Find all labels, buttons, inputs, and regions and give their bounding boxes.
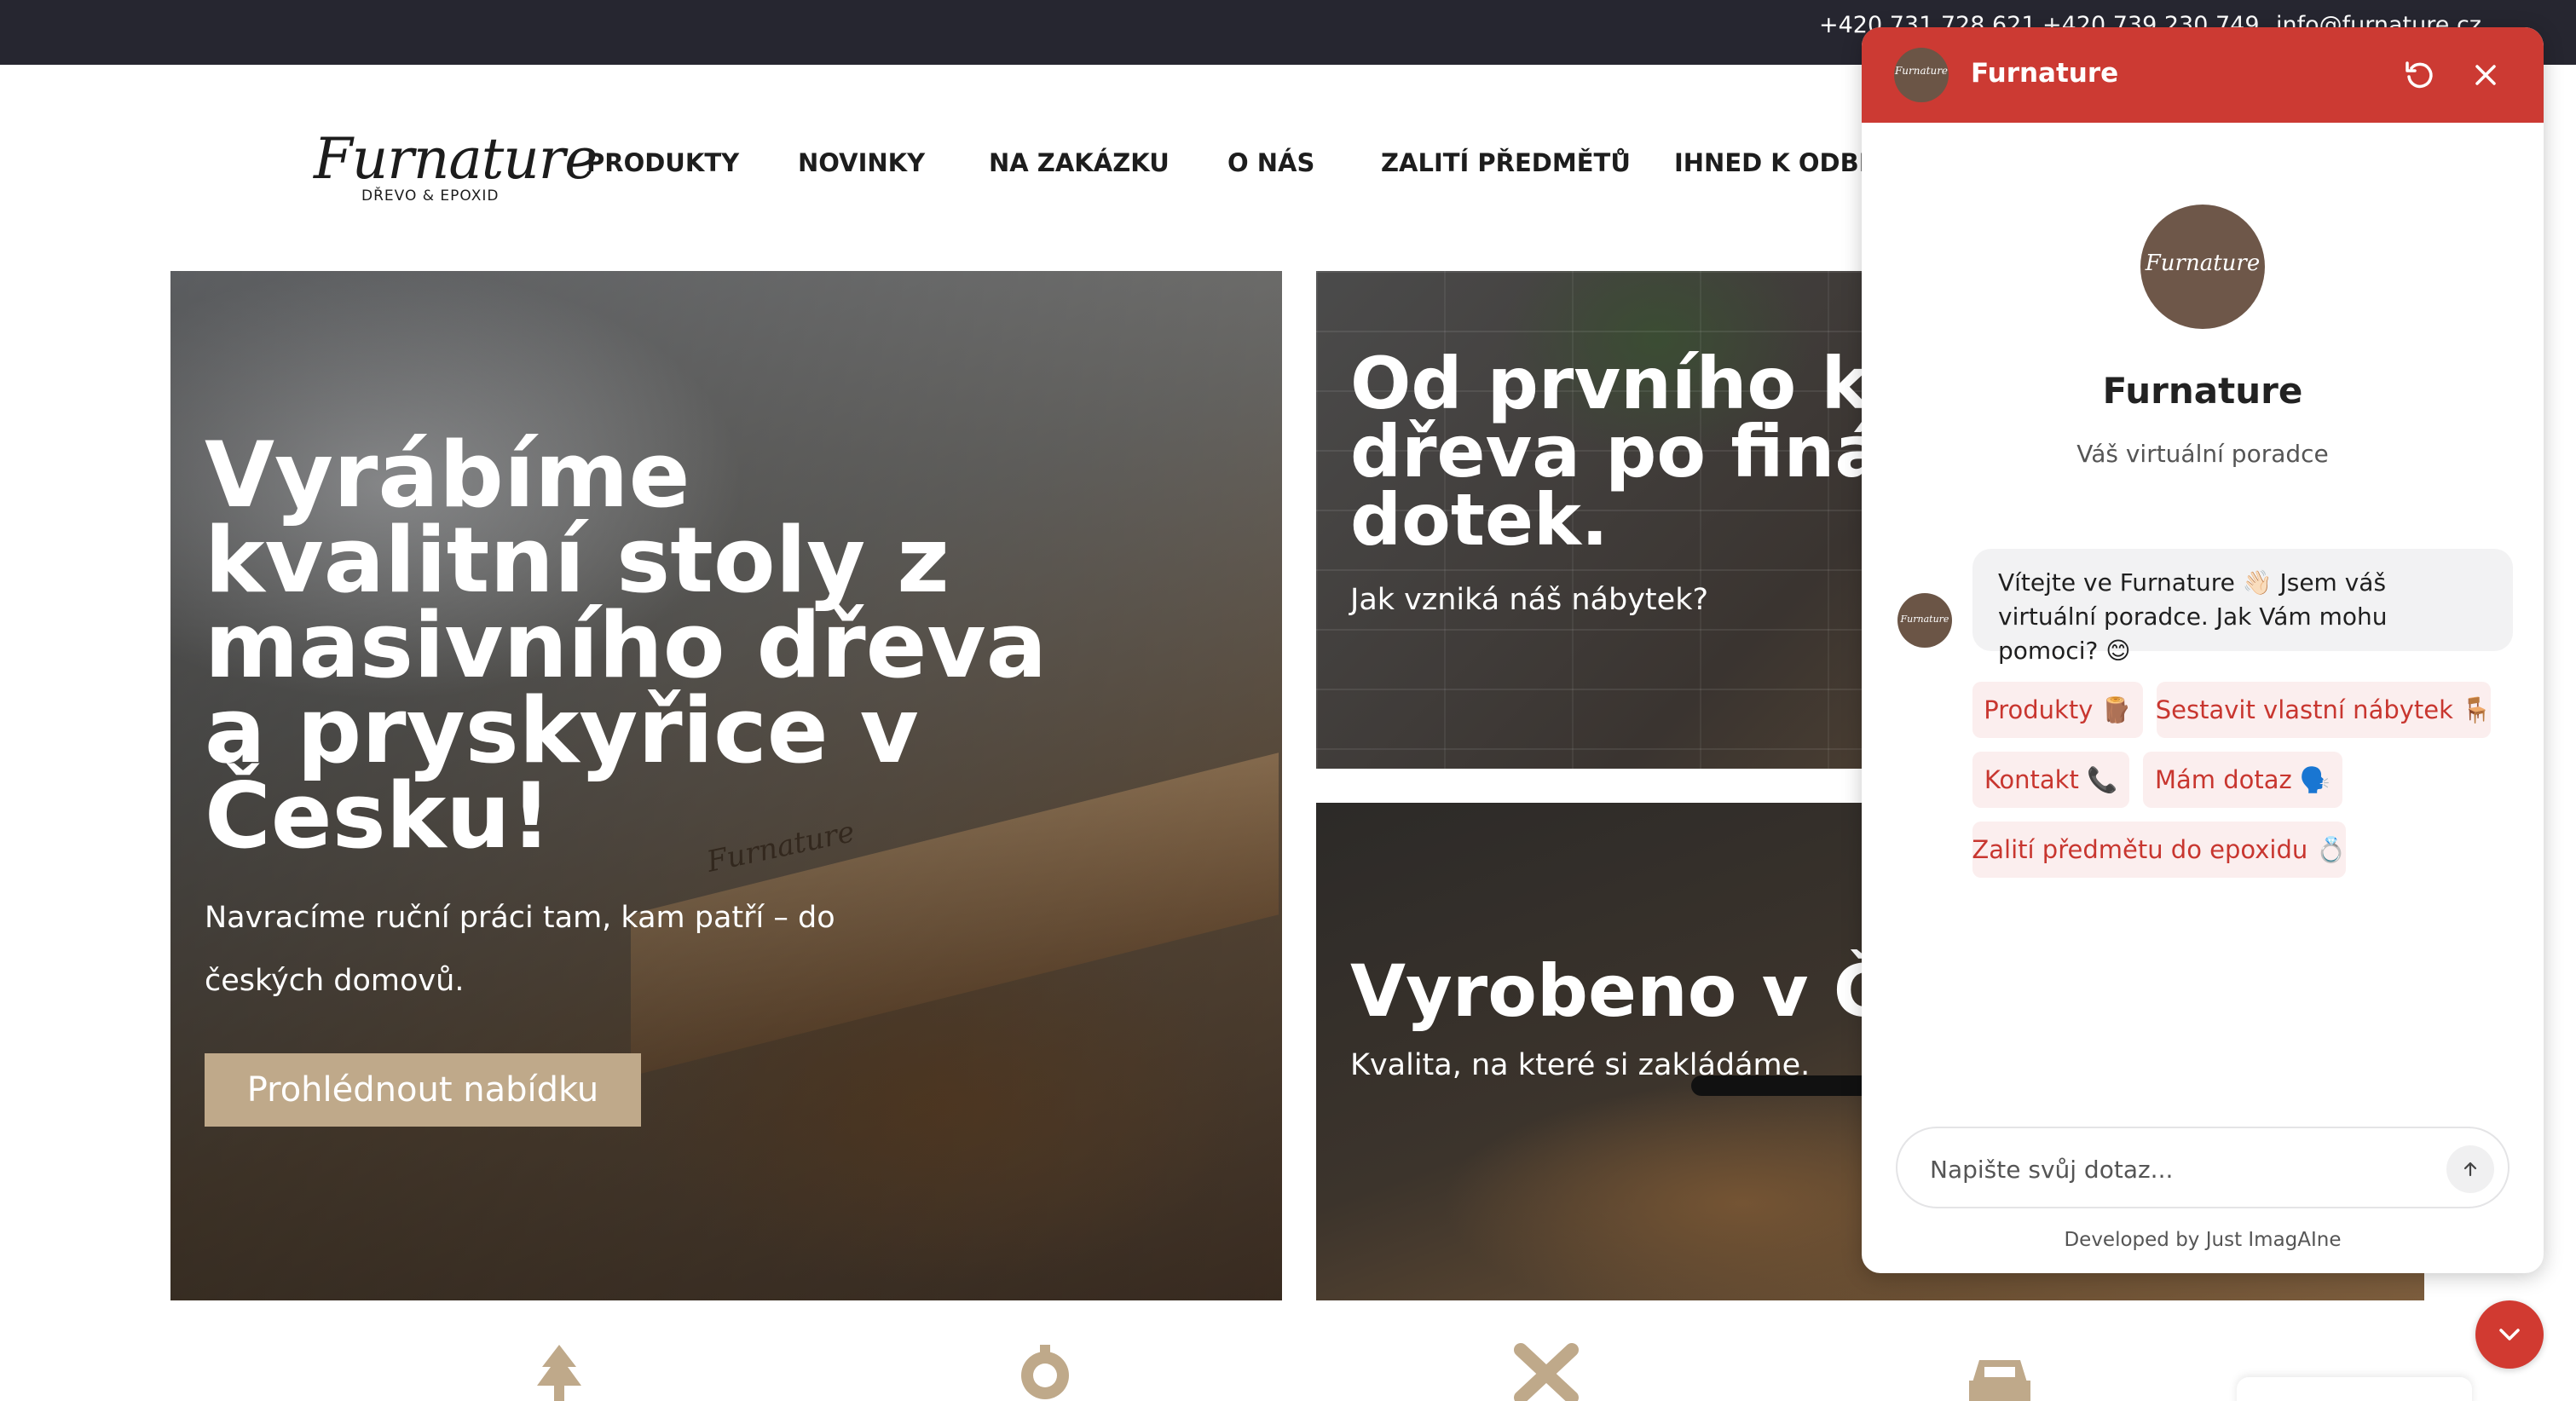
- logo-wordmark: Furnature: [314, 126, 598, 192]
- hero-title: Vyrábíme kvalitní stoly z masivního dřev…: [205, 423, 1048, 868]
- cookie-widget-edge[interactable]: [2237, 1377, 2472, 1401]
- nav-item-o-nas[interactable]: O NÁS: [1227, 148, 1314, 177]
- chat-header: Furnature Furnature: [1862, 27, 2544, 123]
- gear-icon: [1021, 1345, 1069, 1399]
- reset-icon[interactable]: [2400, 56, 2438, 94]
- assistant-name: Furnature: [2102, 370, 2303, 412]
- page: +420 731 728 621 +420 739 230 749 info@f…: [0, 0, 2576, 1401]
- quick-reply-produkty[interactable]: Produkty 🪵: [1972, 682, 2143, 738]
- nav-item-novinky[interactable]: NOVINKY: [798, 148, 925, 177]
- welcome-message: Vítejte ve Furnature 👋🏻 Jsem váš virtuál…: [1972, 549, 2513, 665]
- process-subtitle: Jak vzniká náš nábytek?: [1350, 583, 1709, 617]
- logo-tagline: DŘEVO & EPOXID: [361, 187, 500, 205]
- quick-reply-kontakt[interactable]: Kontakt 📞: [1972, 752, 2129, 808]
- tools-icon: [1514, 1343, 1579, 1401]
- hero-main-banner: Furnature Vyrábíme kvalitní stoly z masi…: [170, 271, 1282, 1300]
- nav-item-na-zakazku[interactable]: NA ZAKÁZKU: [989, 148, 1170, 177]
- quick-reply-mam-dotaz[interactable]: Mám dotaz 🗣️: [2143, 752, 2342, 808]
- chat-input-box: [1896, 1127, 2510, 1208]
- tree-icon: [537, 1345, 581, 1401]
- chat-message-input[interactable]: [1930, 1145, 2407, 1193]
- send-button[interactable]: [2446, 1145, 2494, 1193]
- made-in-subtitle: Kvalita, na které si zakládáme.: [1350, 1048, 1811, 1082]
- nav-item-zaliti-predmetu[interactable]: ZALITÍ PŘEDMĚTŮ: [1381, 148, 1631, 177]
- nav-item-produkty[interactable]: PRODUKTY: [586, 148, 739, 177]
- close-icon[interactable]: [2467, 56, 2504, 94]
- message-avatar: Furnature: [1897, 593, 1952, 648]
- browse-offer-button[interactable]: Prohlédnout nabídku: [205, 1053, 641, 1127]
- chat-widget: Furnature Furnature Furnature Furnature …: [1862, 27, 2544, 1273]
- chat-header-name: Furnature: [1971, 58, 2119, 89]
- assistant-avatar: Furnature: [2140, 205, 2265, 329]
- developed-by-note[interactable]: Developed by Just ImagAIne: [1862, 1229, 2544, 1251]
- car-icon: [1969, 1360, 2030, 1401]
- quick-reply-sestavit-nabytek[interactable]: Sestavit vlastní nábytek 🪑: [2156, 682, 2492, 738]
- chat-toggle-button[interactable]: [2475, 1300, 2544, 1369]
- quick-reply-zaliti-predmetu[interactable]: Zalití předmětu do epoxidu 💍: [1972, 822, 2347, 878]
- chevron-down-icon: [2499, 1329, 2520, 1340]
- chat-header-avatar: Furnature: [1894, 48, 1949, 102]
- hero-text: Navracíme ruční práci tam, kam patří – d…: [205, 901, 835, 998]
- assistant-role: Váš virtuální poradce: [2076, 440, 2329, 468]
- arrow-up-icon: [2463, 1162, 2477, 1177]
- site-logo[interactable]: Furnature DŘEVO & EPOXID: [314, 126, 598, 211]
